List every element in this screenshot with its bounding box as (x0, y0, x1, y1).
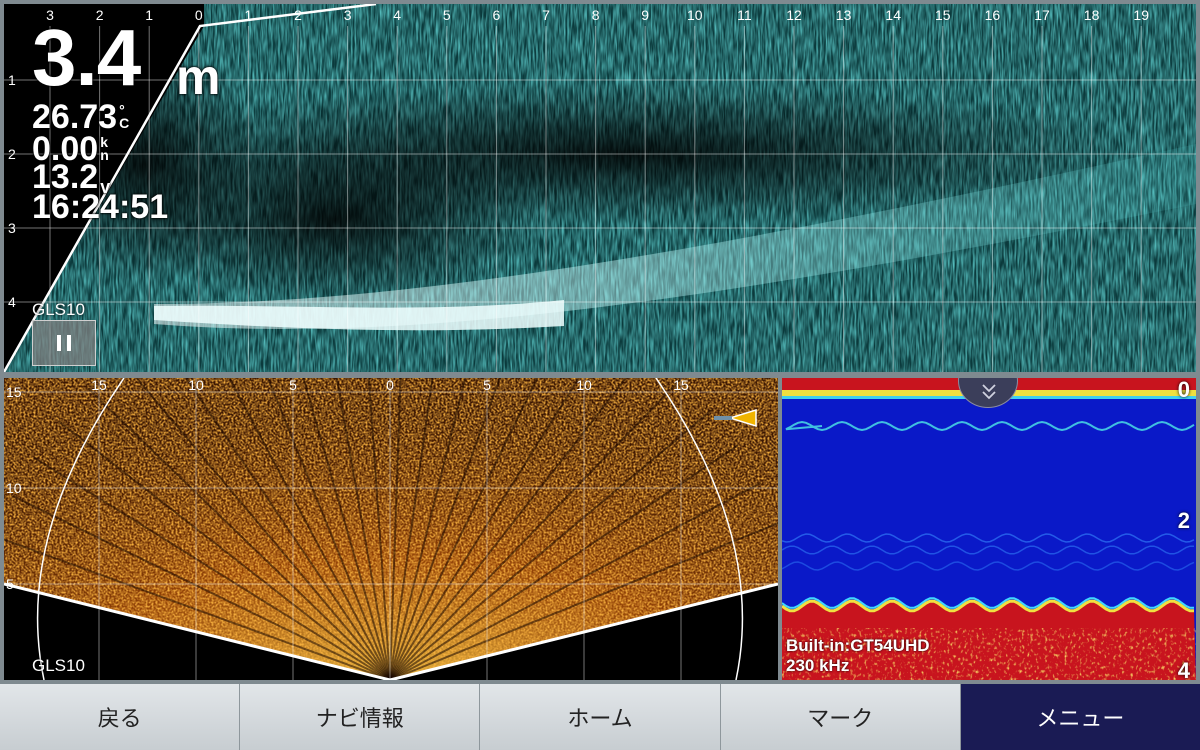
depth-tick-label: 1 (8, 72, 16, 88)
range-tick-label: 14 (885, 7, 901, 23)
range-tick-label: 15 (673, 378, 689, 393)
depth-tick-label: 10 (6, 480, 22, 496)
depth-tick-label: 2 (8, 146, 16, 162)
depth-tick-label: 4 (8, 294, 16, 310)
transducer-name: Built-in:GT54UHD (786, 636, 930, 655)
depth-tick-label: 3 (8, 220, 16, 236)
nav-info-button[interactable]: ナビ情報 (240, 684, 481, 750)
chevron-double-down-icon (982, 384, 996, 400)
range-tick-label: 10 (687, 7, 703, 23)
range-tick-label: 6 (493, 7, 501, 23)
range-tick-label: 10 (576, 378, 592, 393)
range-tick-label: 13 (836, 7, 852, 23)
fish-finder-depth-scale-bottom: 4 (1177, 658, 1190, 680)
range-tick-label: 11 (737, 7, 752, 23)
home-button[interactable]: ホーム (480, 684, 721, 750)
range-tick-label: 19 (1133, 7, 1149, 23)
range-tick-label: 5 (289, 378, 297, 393)
range-tick-label: 12 (786, 7, 802, 23)
side-scan-source-label: GLS10 (32, 300, 85, 319)
transducer-info: Built-in:GT54UHD 230 kHz (786, 636, 930, 676)
pause-icon (57, 335, 61, 351)
range-tick-label: 0 (195, 7, 203, 23)
range-tick-label: 1 (145, 7, 153, 23)
range-tick-label: 15 (935, 7, 951, 23)
range-tick-label: 0 (386, 378, 394, 393)
range-tick-label: 18 (1084, 7, 1100, 23)
fish-finder-depth-scale-top: 0 (1177, 378, 1190, 402)
menu-button[interactable]: メニュー (960, 684, 1200, 750)
live-sonar-image: 15 10 5 0 5 10 15 15 10 5 (4, 378, 778, 680)
range-tick-label: 15 (91, 378, 107, 393)
depth-readout: 3.4 (32, 13, 141, 102)
speed-unit: kn (100, 134, 109, 163)
range-tick-label: 16 (985, 7, 1001, 23)
pause-button[interactable] (32, 320, 96, 366)
transducer-frequency: 230 kHz (786, 656, 850, 675)
depth-tick-label: 15 (6, 384, 22, 400)
live-sonar-source-label: GLS10 (32, 656, 85, 675)
range-tick-label: 5 (443, 7, 451, 23)
range-tick-label: 7 (542, 7, 550, 23)
fish-finder-depth-scale-mid: 2 (1177, 508, 1190, 533)
mark-button[interactable]: マーク (720, 684, 961, 750)
depth-unit: m (176, 49, 221, 105)
water-temp-readout: 26.73 ° C (32, 100, 129, 134)
fish-finder-view[interactable]: 0 2 4 Built-in:GT54UHD 230 kHz (782, 378, 1196, 680)
depth-tick-label: 5 (6, 576, 14, 592)
bottom-nav-bar: 戻る ナビ情報 ホーム マーク メニュー (0, 684, 1200, 750)
range-tick-label: 3 (344, 7, 352, 23)
range-tick-label: 4 (393, 7, 401, 23)
water-temp-unit: ° C (119, 102, 130, 131)
range-tick-label: 1 (245, 7, 253, 23)
range-tick-label: 8 (592, 7, 600, 23)
range-tick-label: 5 (483, 378, 491, 393)
range-tick-label: 9 (641, 7, 649, 23)
range-tick-label: 10 (188, 378, 204, 393)
fish-finder-echogram (782, 378, 1196, 680)
back-button[interactable]: 戻る (0, 684, 241, 750)
clock-readout: 16:24:51 (32, 188, 169, 226)
live-sonar-view[interactable]: 15 10 5 0 5 10 15 15 10 5 GLS10 (4, 378, 778, 680)
range-tick-label: 17 (1034, 7, 1050, 23)
range-tick-label: 2 (294, 7, 302, 23)
